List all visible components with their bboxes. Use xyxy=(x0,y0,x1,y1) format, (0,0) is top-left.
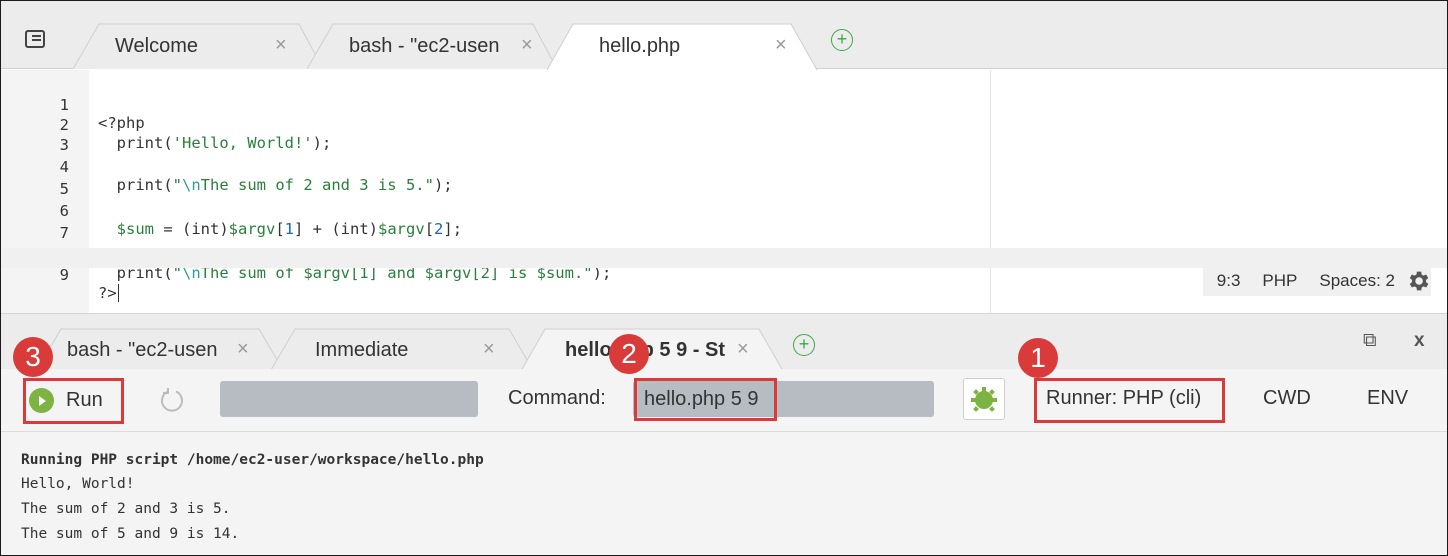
tab-label: hello.php xyxy=(599,35,681,57)
panel-tab-bar: bash - "ec2-usen × Immediate × hello.php… xyxy=(1,313,1447,371)
tab-label: Immediate xyxy=(315,339,409,361)
menu-icon[interactable] xyxy=(25,30,45,48)
output-line: The sum of 2 and 3 is 5. xyxy=(21,501,231,517)
tab-bash[interactable]: bash - "ec2-usen × xyxy=(307,23,557,69)
gear-icon[interactable] xyxy=(1405,268,1431,294)
code-line: 2 print('Hello, World!'); xyxy=(1,98,1447,152)
tab-label: Welcome xyxy=(115,35,198,57)
tab-welcome[interactable]: Welcome × xyxy=(73,23,323,69)
code-line: 3 xyxy=(1,118,1447,154)
code-line: 8 print("\nThe sum of $argv[1] and $argv… xyxy=(1,228,1447,282)
output-line: Running PHP script /home/ec2-user/worksp… xyxy=(21,452,484,468)
close-panel-icon[interactable]: x xyxy=(1414,330,1425,352)
code-line: 5 xyxy=(1,162,1447,198)
command-label: Command: xyxy=(508,387,606,409)
close-icon[interactable]: × xyxy=(275,34,287,57)
callout-badge-1: 1 xyxy=(1018,338,1058,378)
tab-label: bash - "ec2-usen xyxy=(349,35,500,57)
editor-tab-bar: Welcome × bash - "ec2-usen × hello.php ×… xyxy=(1,1,1447,70)
restart-icon[interactable] xyxy=(159,387,185,413)
code-line: 4 print("\nThe sum of 2 and 3 is 5."); xyxy=(1,140,1447,194)
tab-run-hello-php[interactable]: hello.php 5 9 - St × xyxy=(521,328,783,371)
code-line: 6 $sum = (int)$argv[1] + (int)$argv[2]; xyxy=(1,184,1447,238)
code-line: 1 <?php xyxy=(1,78,1447,132)
code-editor[interactable]: 1 <?php 2 print('Hello, World!'); 3 4 pr… xyxy=(1,70,1447,313)
close-icon[interactable]: × xyxy=(521,34,533,57)
language-mode[interactable]: PHP xyxy=(1262,271,1297,291)
close-icon[interactable]: × xyxy=(483,338,495,361)
cwd-button[interactable]: CWD xyxy=(1263,387,1311,410)
code-line-active: 9 ?> xyxy=(1,248,1447,302)
ide-window: Welcome × bash - "ec2-usen × hello.php ×… xyxy=(0,0,1448,556)
callout-badge-2: 2 xyxy=(609,334,649,374)
tab-label: bash - "ec2-usen xyxy=(67,339,218,361)
output-line: The sum of 5 and 9 is 14. xyxy=(21,526,240,542)
code-token: ?> xyxy=(98,284,117,302)
bug-icon xyxy=(971,387,997,412)
run-highlight xyxy=(23,378,124,424)
line-number: 9 xyxy=(59,266,69,284)
close-icon[interactable]: × xyxy=(775,34,787,57)
tab-bash-terminal[interactable]: bash - "ec2-usen × xyxy=(37,328,283,370)
env-button[interactable]: ENV xyxy=(1367,387,1408,410)
tab-immediate[interactable]: Immediate × xyxy=(271,328,533,370)
add-tab-icon[interactable]: + xyxy=(831,29,853,51)
runner-highlight xyxy=(1034,378,1225,423)
indent-setting[interactable]: Spaces: 2 xyxy=(1319,271,1395,291)
text-cursor xyxy=(117,284,119,302)
code-line: 7 xyxy=(1,206,1447,242)
close-icon[interactable]: × xyxy=(237,338,249,361)
tab-hello-php[interactable]: hello.php × xyxy=(547,23,817,70)
close-icon[interactable]: × xyxy=(737,338,749,361)
command-highlight xyxy=(634,378,777,421)
output-line: Hello, World! xyxy=(21,476,135,492)
debug-button[interactable] xyxy=(963,378,1005,420)
line-text: ?> xyxy=(98,284,119,302)
cursor-position[interactable]: 9:3 xyxy=(1217,271,1241,291)
process-field xyxy=(220,381,478,417)
editor-status-bar: 9:3 PHP Spaces: 2 xyxy=(1202,266,1431,296)
add-tab-icon[interactable]: + xyxy=(793,334,815,356)
run-output[interactable]: Running PHP script /home/ec2-user/worksp… xyxy=(1,432,1447,555)
restore-window-icon[interactable]: ⧉ xyxy=(1363,330,1377,352)
callout-badge-3: 3 xyxy=(13,337,53,377)
